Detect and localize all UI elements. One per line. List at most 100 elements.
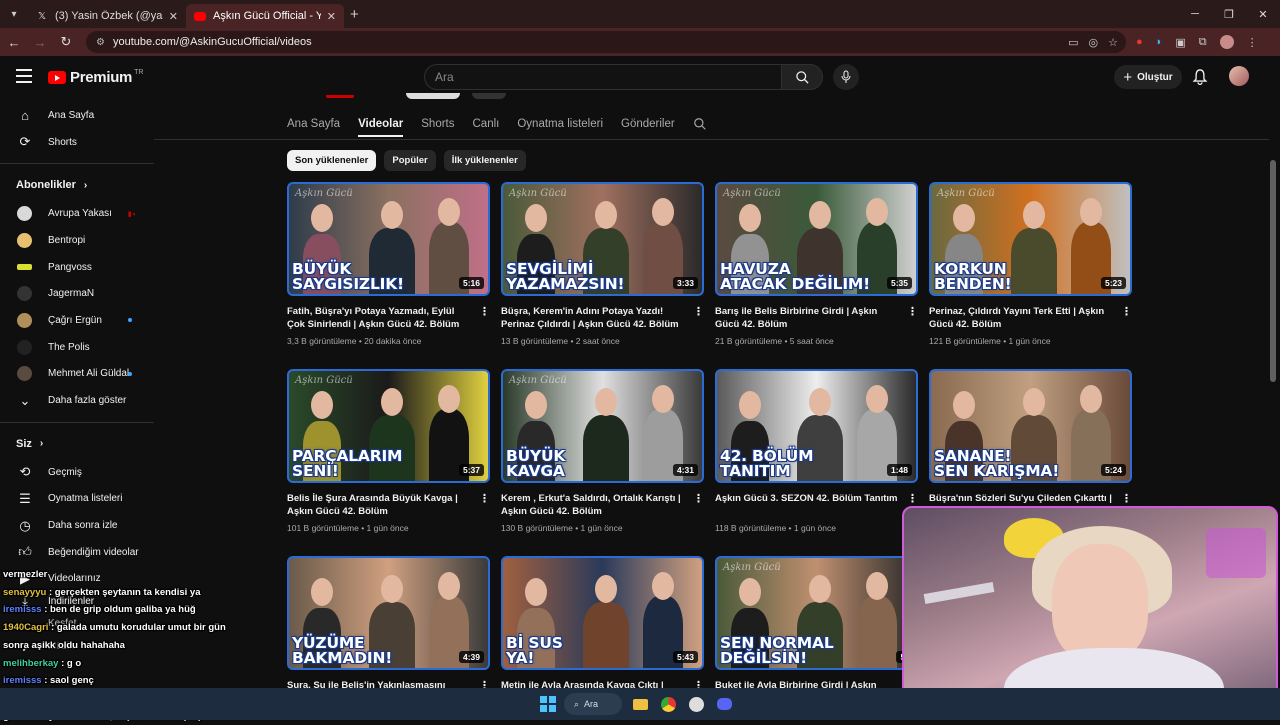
sidebar-item-avrupa-yakasi[interactable]: Avrupa Yakası ▮◖ xyxy=(0,200,154,227)
cast-icon[interactable]: ▭ xyxy=(1068,36,1078,49)
github-icon[interactable] xyxy=(684,692,708,716)
sidebar-item-history[interactable]: ⟲ Geçmiş xyxy=(0,459,154,486)
sidebar-item-bentropi[interactable]: Bentropi xyxy=(0,227,154,254)
video-thumbnail[interactable]: SANANE! SEN KARIŞMA! 5:24 xyxy=(929,369,1132,483)
video-thumbnail[interactable]: Aşkın Gücü KORKUN BENDEN! 5:23 xyxy=(929,182,1132,296)
sidebar-show-more[interactable]: ⌄ Daha fazla göster xyxy=(0,387,154,414)
tab-home[interactable]: Ana Sayfa xyxy=(287,118,340,130)
more-options-icon[interactable]: ⋮ xyxy=(693,493,704,506)
back-button[interactable]: ← xyxy=(2,35,26,50)
maximize-button[interactable]: ❐ xyxy=(1212,0,1246,28)
subscriptions-header[interactable]: Abonelikler › xyxy=(0,170,154,200)
video-card[interactable]: Aşkın Gücü SEVGİLİMİ YAZAMAZSIN! 3:33 Büşra,… xyxy=(501,182,704,346)
chip-oldest[interactable]: İlk yüklenenler xyxy=(443,150,526,171)
video-thumbnail[interactable]: Aşkın Gücü SEVGİLİMİ YAZAMAZSIN! 3:33 xyxy=(501,182,704,296)
tab-playlists[interactable]: Oynatma listeleri xyxy=(517,118,603,130)
account-avatar[interactable] xyxy=(1229,66,1249,86)
sidebar-item-shorts[interactable]: ⟳ Shorts xyxy=(0,129,154,156)
close-window-button[interactable]: ✕ xyxy=(1246,0,1280,28)
new-tab-button[interactable]: + xyxy=(350,6,359,23)
video-title[interactable]: Büşra, Kerem'in Adını Potaya Yazdı! Peri… xyxy=(501,305,704,331)
bookmark-star-icon[interactable]: ☆ xyxy=(1108,36,1118,49)
tab-videos[interactable]: Videolar xyxy=(358,118,404,137)
extension-red-icon[interactable]: ● xyxy=(1136,36,1143,48)
video-card[interactable]: Aşkın Gücü BÜYÜK SAYGISIZLIK! 5:16 Fatih, Bü… xyxy=(287,182,490,346)
video-thumbnail[interactable]: Bİ SUS YA! 5:43 xyxy=(501,556,704,670)
url-field[interactable]: ⚙ youtube.com/@AskinGucuOfficial/videos … xyxy=(86,31,1126,53)
sidebar-item-the-polis[interactable]: The Polis xyxy=(0,334,154,361)
video-title[interactable]: Kerem , Erkut'a Saldırdı, Ortalık Karışt… xyxy=(501,492,704,518)
page-scrollbar[interactable] xyxy=(1270,160,1276,382)
sidebar-item-liked-videos[interactable]: 👍︎ Beğendiğim videolar xyxy=(0,539,154,566)
more-options-icon[interactable]: ⋮ xyxy=(1121,306,1132,319)
join-button-edge[interactable] xyxy=(472,93,506,99)
windows-start-icon[interactable] xyxy=(536,692,560,716)
sidebar-item-pangvoss[interactable]: Pangvoss xyxy=(0,254,154,281)
more-options-icon[interactable]: ⋮ xyxy=(479,306,490,319)
video-card[interactable]: Bİ SUS YA! 5:43 Metin ile Ayla Arasında Kav… xyxy=(501,556,704,705)
search-icon[interactable] xyxy=(693,117,707,131)
video-thumbnail[interactable]: Aşkın Gücü BÜYÜK KAVGA 4:31 xyxy=(501,369,704,483)
video-card[interactable]: Aşkın Gücü BÜYÜK KAVGA 4:31 Kerem , Erkut'a … xyxy=(501,369,704,533)
forward-button[interactable]: → xyxy=(28,35,52,50)
close-icon[interactable]: ✕ xyxy=(169,10,178,23)
video-title[interactable]: Fatih, Büşra'yı Potaya Yazmadı, Eylül Ço… xyxy=(287,305,490,331)
youtube-premium-logo[interactable]: Premium TR xyxy=(48,69,143,86)
video-thumbnail[interactable]: Aşkın Gücü PARÇALARIM SENİ! 5:37 xyxy=(287,369,490,483)
video-thumbnail[interactable]: Aşkın GücüSEN NORMALDEĞİLSİN!5: xyxy=(715,556,918,670)
file-explorer-icon[interactable] xyxy=(628,692,652,716)
sidebar-item-cagri-ergun[interactable]: Çağrı Ergün xyxy=(0,307,154,334)
chip-latest[interactable]: Son yüklenenler xyxy=(287,150,377,171)
video-card[interactable]: Aşkın Gücü HAVUZA ATACAK DEĞİLIM! 5:35 Barış… xyxy=(715,182,918,346)
menu-icon[interactable] xyxy=(16,69,32,83)
sidebar-item-mehmet-ali-guldal[interactable]: Mehmet Ali Güldal xyxy=(0,361,154,388)
tab-shorts[interactable]: Shorts xyxy=(421,118,454,130)
minimize-button[interactable]: ─ xyxy=(1178,0,1212,28)
sidebar-item-watch-later[interactable]: ◷ Daha sonra izle xyxy=(0,512,154,539)
voice-search-button[interactable] xyxy=(833,64,859,90)
video-card[interactable]: SANANE! SEN KARIŞMA! 5:24 Büşra'nın Sözleri… xyxy=(929,369,1132,518)
sidebar-item-playlists[interactable]: ☰ Oynatma listeleri xyxy=(0,486,154,513)
more-options-icon[interactable]: ⋮ xyxy=(907,306,918,319)
tab-search-button[interactable]: ▾ xyxy=(0,0,28,28)
tab-youtube[interactable]: Aşkın Gücü Official - YouTube ✕ xyxy=(186,4,344,28)
chrome-icon[interactable] xyxy=(656,692,680,716)
create-button[interactable]: + Oluştur xyxy=(1114,65,1182,89)
sidebar-item-jagerman[interactable]: JagermaN xyxy=(0,280,154,307)
you-header[interactable]: Siz › xyxy=(0,429,154,459)
more-options-icon[interactable]: ⋮ xyxy=(907,493,918,506)
taskbar-search[interactable]: ⌕ Ara xyxy=(564,693,622,715)
video-title[interactable]: Barış ile Belis Birbirine Girdi | Aşkın … xyxy=(715,305,918,331)
discord-icon[interactable] xyxy=(712,692,736,716)
video-title[interactable]: Aşkın Gücü 3. SEZON 42. Bölüm Tanıtım ⋮ xyxy=(715,492,918,518)
more-options-icon[interactable]: ⋮ xyxy=(479,493,490,506)
close-icon[interactable]: ✕ xyxy=(327,10,336,23)
extensions-puzzle-icon[interactable]: ⧉ xyxy=(1199,36,1207,49)
video-card[interactable]: 42. BÖLÜM TANITIM 1:48 Aşkın Gücü 3. SEZON … xyxy=(715,369,918,533)
video-thumbnail[interactable]: 42. BÖLÜM TANITIM 1:48 xyxy=(715,369,918,483)
extension-icon[interactable]: ▣ xyxy=(1175,36,1185,49)
reload-button[interactable]: ↻ xyxy=(54,34,78,50)
video-thumbnail[interactable]: Aşkın Gücü HAVUZA ATACAK DEĞİLIM! 5:35 xyxy=(715,182,918,296)
notifications-button[interactable] xyxy=(1192,68,1208,90)
chip-popular[interactable]: Popüler xyxy=(384,150,436,171)
video-card[interactable]: Aşkın Gücü KORKUN BENDEN! 5:23 Perinaz, Çıld… xyxy=(929,182,1132,346)
profile-avatar[interactable] xyxy=(1219,35,1234,49)
video-thumbnail[interactable]: Aşkın Gücü BÜYÜK SAYGISIZLIK! 5:16 xyxy=(287,182,490,296)
more-options-icon[interactable]: ⋮ xyxy=(1121,493,1132,506)
video-title[interactable]: Perinaz, Çıldırdı Yayını Terk Etti | Aşk… xyxy=(929,305,1132,331)
subscribe-button-edge[interactable] xyxy=(406,93,460,99)
eye-off-icon[interactable]: ◎ xyxy=(1089,36,1099,49)
browser-menu-icon[interactable]: ⋮ xyxy=(1247,36,1258,49)
extension-blue-icon[interactable]: ◗ xyxy=(1156,36,1163,48)
video-card[interactable]: Aşkın Gücü PARÇALARIM SENİ! 5:37 Belis İle Ş… xyxy=(287,369,490,533)
site-info-icon[interactable]: ⚙ xyxy=(96,37,105,48)
video-title[interactable]: Belis İle Şura Arasında Büyük Kavga | Aş… xyxy=(287,492,490,518)
video-card[interactable]: Aşkın GücüSEN NORMALDEĞİLSİN!5:Buket ile… xyxy=(715,556,918,705)
tab-live[interactable]: Canlı xyxy=(473,118,500,130)
sidebar-item-home[interactable]: ⌂ Ana Sayfa xyxy=(0,102,154,129)
search-input[interactable]: Ara xyxy=(424,64,782,90)
tab-twitter[interactable]: 𝕏 (3) Yasin Özbek (@yasinozbek_ ✕ xyxy=(28,4,186,28)
more-options-icon[interactable]: ⋮ xyxy=(693,306,704,319)
search-button[interactable] xyxy=(781,64,823,90)
